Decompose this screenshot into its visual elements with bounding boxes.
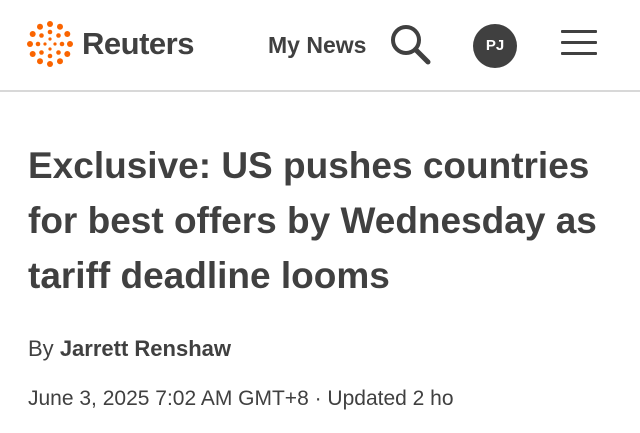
logo-text: Reuters: [82, 26, 194, 61]
reuters-logo-icon: [27, 21, 73, 67]
byline-prefix: By: [28, 336, 54, 361]
author-link[interactable]: Jarrett Renshaw: [60, 336, 231, 361]
my-news-link[interactable]: My News: [268, 30, 366, 60]
menu-icon: [561, 30, 597, 55]
article-headline: Exclusive: US pushes countries for best …: [28, 145, 597, 296]
user-avatar-button[interactable]: PJ: [473, 24, 517, 68]
menu-button[interactable]: [561, 30, 597, 58]
site-header: Reuters My News PJ: [0, 0, 640, 92]
byline: By Jarrett Renshaw: [28, 334, 231, 364]
search-button[interactable]: [388, 22, 432, 66]
reuters-logo[interactable]: Reuters: [26, 20, 194, 68]
text-fade-overlay: [470, 380, 640, 424]
search-icon: [391, 25, 431, 65]
